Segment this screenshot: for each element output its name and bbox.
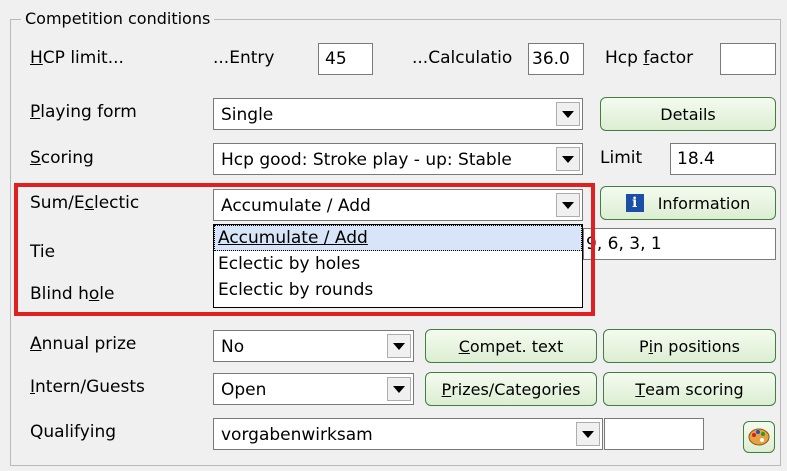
entry-input[interactable]: 45 [318, 43, 373, 75]
limit-label: Limit [600, 148, 643, 168]
qualifying-value: vorgabenwirksam [221, 425, 373, 445]
hcp-limit-label: HCP limit... [30, 48, 124, 68]
hcp-factor-label: Hcp factor [605, 48, 694, 68]
playing-form-value: Single [221, 105, 274, 125]
calculation-label: ...Calculatio [412, 48, 513, 68]
calculation-input[interactable]: 36.0 [528, 43, 584, 75]
chevron-down-icon[interactable] [387, 334, 411, 358]
chevron-down-icon[interactable] [387, 377, 411, 401]
annual-prize-select[interactable]: No [213, 330, 414, 362]
intern-guests-select[interactable]: Open [213, 373, 414, 405]
scoring-value: Hcp good: Stroke play - up: Stable [221, 150, 512, 170]
scoring-label: Scoring [30, 148, 94, 168]
limit-input[interactable]: 18.4 [670, 143, 776, 175]
highlight-box [14, 183, 595, 316]
palette-icon [748, 428, 770, 446]
pin-positions-button[interactable]: Pin positions [603, 329, 776, 363]
tie-input[interactable]: 9, 6, 3, 1 [583, 228, 776, 260]
compet-text-button[interactable]: Compet. text [425, 329, 597, 363]
playing-form-select[interactable]: Single [213, 98, 583, 130]
annual-prize-label: Annual prize [30, 334, 137, 354]
qualifying-extra-input[interactable] [604, 418, 704, 450]
chevron-down-icon[interactable] [556, 147, 580, 171]
entry-label: ...Entry [213, 48, 275, 68]
qualifying-select[interactable]: vorgabenwirksam [213, 418, 603, 450]
intern-guests-value: Open [221, 380, 267, 400]
annual-prize-value: No [221, 337, 245, 357]
scoring-select[interactable]: Hcp good: Stroke play - up: Stable [213, 143, 583, 175]
information-button[interactable]: i Information [600, 186, 776, 220]
intern-guests-label: Intern/Guests [30, 377, 145, 397]
details-button[interactable]: Details [600, 97, 776, 131]
palette-button[interactable] [743, 421, 775, 453]
playing-form-label: Playing form [30, 102, 137, 122]
group-title: Competition conditions [21, 9, 215, 28]
chevron-down-icon[interactable] [576, 422, 600, 446]
team-scoring-button[interactable]: Team scoring [603, 372, 776, 406]
chevron-down-icon[interactable] [556, 102, 580, 126]
qualifying-label: Qualifying [30, 422, 117, 442]
prizes-categories-button[interactable]: Prizes/Categories [425, 372, 597, 406]
info-icon: i [625, 194, 644, 212]
hcp-factor-input[interactable] [720, 43, 776, 75]
